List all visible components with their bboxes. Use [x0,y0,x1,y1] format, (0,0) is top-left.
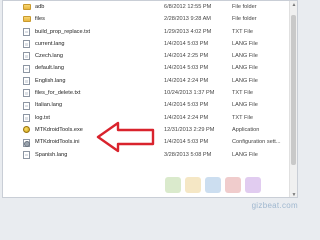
file-name: adb [35,4,45,10]
file-type: Configuration sett... [232,139,281,146]
file-date: 3/28/2013 5:08 PM [164,151,212,158]
folder-icon [23,4,31,11]
file-name: Italian.lang [35,102,63,109]
folder-icon [23,16,31,23]
file-date: 1/4/2014 5:03 PM [164,65,209,72]
file-date: 6/8/2012 12:55 PM [164,4,212,10]
file-name: Spanish.lang [35,151,68,158]
file-name: build_prop_replace.txt [35,28,91,35]
file-date: 1/4/2014 2:24 PM [164,114,209,121]
file-name: MTKdroidTools.exe [35,126,83,133]
text-file-icon [23,101,30,110]
file-row-current-lang[interactable]: current.lang 1/4/2014 5:03 PM LANG File [3,38,297,50]
text-file-icon [23,27,30,36]
file-type: File folder [232,16,257,23]
file-type: LANG File [232,65,258,72]
file-row-czech-lang[interactable]: Czech.lang 1/4/2014 2:25 PM LANG File [3,50,297,62]
file-type: File folder [232,4,257,10]
text-file-icon [23,150,30,159]
text-file-icon [23,77,30,86]
file-date: 1/29/2013 4:02 PM [164,28,212,35]
scroll-down-icon[interactable]: ▼ [290,191,297,197]
file-type: LANG File [232,53,258,60]
file-date: 1/4/2014 5:03 PM [164,40,209,47]
file-row-default-lang[interactable]: default.lang 1/4/2014 5:03 PM LANG File [3,62,297,74]
watermark-graphic [165,177,261,193]
explorer-file-list-window: adb 6/8/2012 12:55 PM File folder files 2/2… [2,0,298,198]
file-row-italian-lang[interactable]: Italian.lang 1/4/2014 5:03 PM LANG File [3,99,297,111]
file-type: Application [232,126,260,133]
vertical-scrollbar[interactable]: ▲ ▼ [289,1,297,197]
text-file-icon [23,52,30,61]
file-row-files-for-delete[interactable]: files_for_delete.txt 10/24/2013 1:37 PM TX… [3,87,297,99]
red-arrow-annotation-icon [96,121,155,153]
watermark-text: gizbeat.com [251,201,298,210]
file-date: 2/28/2013 9:28 AM [164,16,211,23]
file-name: files [35,16,45,23]
file-row-adb[interactable]: adb 6/8/2012 12:55 PM File folder [3,1,297,13]
file-name: English.lang [35,77,66,84]
scrollbar-thumb[interactable] [291,15,296,165]
file-date: 12/31/2013 2:29 PM [164,126,215,133]
file-type: TXT File [232,28,254,35]
text-file-icon [23,40,30,49]
file-name: log.txt [35,114,50,121]
file-name: current.lang [35,40,65,47]
file-name: default.lang [35,65,64,72]
file-name: Czech.lang [35,53,63,60]
text-file-icon [23,64,30,73]
file-type: LANG File [232,77,258,84]
file-date: 1/4/2014 2:25 PM [164,53,209,60]
file-type: TXT File [232,90,254,97]
file-row-files[interactable]: files 2/28/2013 9:28 AM File folder [3,13,297,25]
file-date: 10/24/2013 1:37 PM [164,90,215,97]
scroll-up-icon[interactable]: ▲ [290,1,297,9]
file-type: TXT File [232,114,254,121]
text-file-icon [23,113,30,122]
file-type: LANG File [232,102,258,109]
file-row-english-lang[interactable]: English.lang 1/4/2014 2:24 PM LANG File [3,75,297,87]
file-type: LANG File [232,151,258,158]
file-type: LANG File [232,40,258,47]
file-name: MTKdroidTools.ini [35,139,80,146]
file-date: 1/4/2014 2:24 PM [164,77,209,84]
text-file-icon [23,89,30,98]
file-date: 1/4/2014 5:03 PM [164,102,209,109]
config-file-icon [23,138,30,147]
file-row-build-prop-replace[interactable]: build_prop_replace.txt 1/29/2013 4:02 PM T… [3,26,297,38]
file-date: 1/4/2014 5:03 PM [164,139,209,146]
file-name: files_for_delete.txt [35,90,81,97]
application-icon [23,126,30,134]
